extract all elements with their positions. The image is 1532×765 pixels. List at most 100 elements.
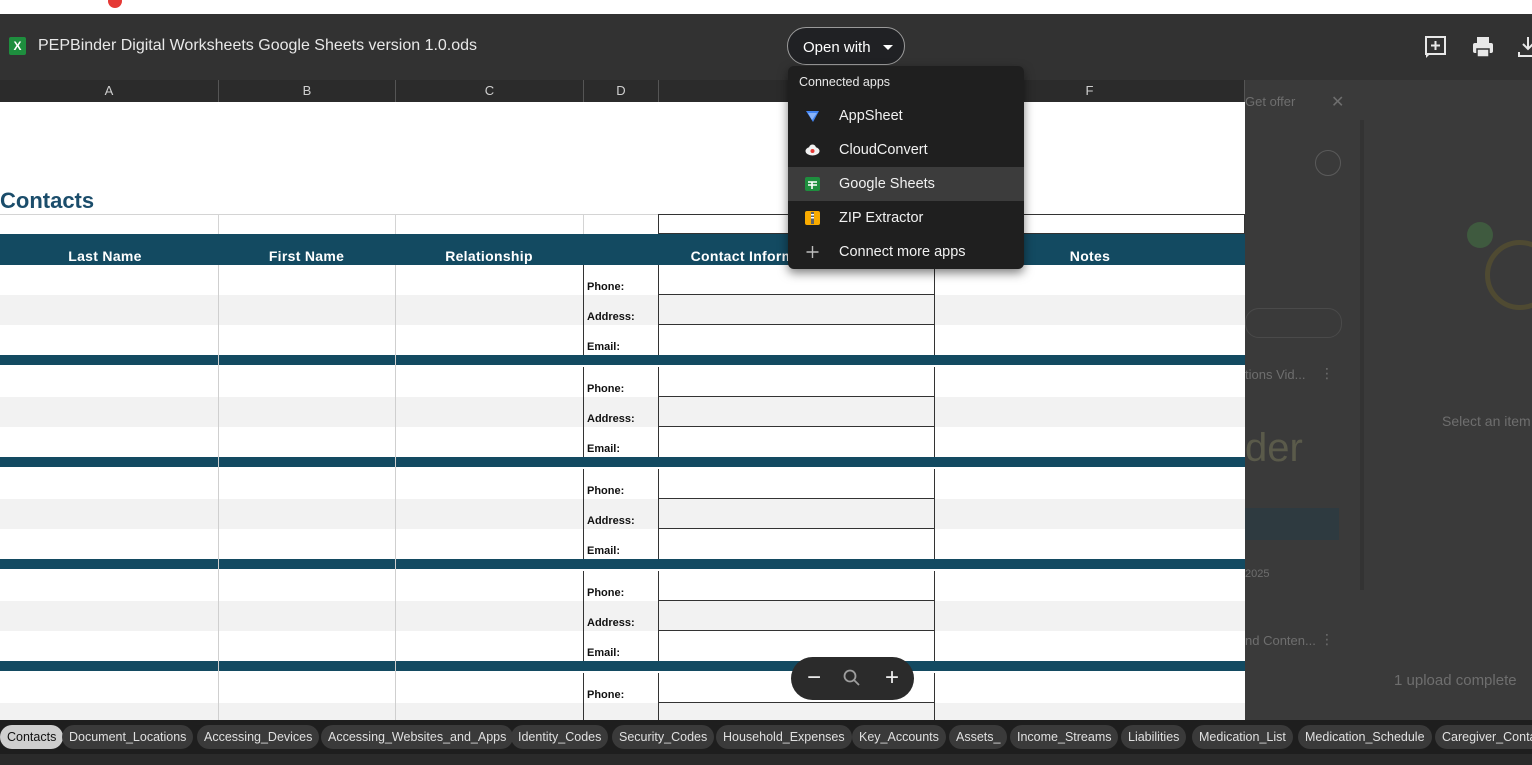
cell-border [658,630,935,631]
appsheet-icon [805,109,820,123]
sheet-tab[interactable]: Accessing_Devices [197,725,320,749]
zoom-in-button[interactable]: + [878,664,906,692]
address-label: Address: [587,617,635,629]
chevron-down-icon [883,45,893,50]
sheet-tab[interactable]: Liabilities [1121,725,1187,749]
print-icon[interactable] [1470,34,1496,60]
open-with-button[interactable]: Open with [787,27,905,65]
cell-border [934,265,935,355]
table-row [0,703,1245,720]
download-icon[interactable] [1515,34,1532,60]
cell-border [658,294,935,295]
open-with-label: Open with [803,39,871,56]
spreadsheet-preview: A B C D F Contacts Last Name First Name … [0,80,1245,720]
menu-item-label: CloudConvert [839,142,928,158]
cell-border [658,469,659,559]
phone-label: Phone: [587,689,625,701]
plus-icon [805,245,820,259]
row-separator [0,355,1245,365]
open-with-menu: Connected apps AppSheet CloudConvert Goo… [788,66,1024,269]
list-item: tions Vid... [1245,367,1306,382]
email-label: Email: [587,647,621,659]
cell-border [658,265,659,355]
menu-item-label: Google Sheets [839,176,935,192]
sheet-tab[interactable]: Caregiver_Conta [1435,725,1532,749]
sheet-tab-bar: Contacts Document_Locations Accessing_De… [0,720,1532,754]
table-row [0,325,1245,355]
cell-border [934,673,935,720]
cell-border [658,498,935,499]
sheet-tab[interactable]: Income_Streams [1010,725,1119,749]
list-item-date: 2025 [1245,568,1270,580]
sheet-tab[interactable]: Medication_Schedule [1298,725,1432,749]
cell-border [934,367,935,457]
background-page-strip [0,754,1532,765]
google-sheets-icon [805,177,820,191]
cell-border [658,528,935,529]
sheet-tab[interactable]: Security_Codes [612,725,715,749]
view-toggle [1245,308,1342,338]
header-first-name: First Name [268,248,345,264]
close-icon: ✕ [1331,94,1345,111]
cell-border [934,469,935,559]
zoom-out-button[interactable]: − [800,664,828,692]
column-header-row: A B C D F [0,80,1245,102]
phone-label: Phone: [587,485,625,497]
menu-item-connect-more-apps[interactable]: Connect more apps [788,235,1024,269]
illustration-ring [1485,240,1532,310]
menu-heading: Connected apps [799,75,891,89]
file-title: PEPBinder Digital Worksheets Google Shee… [38,37,478,54]
gridline [218,214,219,234]
menu-item-google-sheets[interactable]: Google Sheets [788,167,1024,201]
magnifier-icon[interactable] [838,664,866,692]
red-dot-icon [108,0,122,8]
menu-item-cloudconvert[interactable]: CloudConvert [788,133,1024,167]
cell-border [658,600,935,601]
sheet-tab[interactable]: Accessing_Websites_and_Apps [321,725,514,749]
table-row [0,529,1245,559]
scrollbar [1360,120,1364,590]
table-row [0,631,1245,661]
phone-label: Phone: [587,281,625,293]
sheet-tab[interactable]: Document_Locations [62,725,194,749]
row-separator [0,661,1245,671]
phone-label: Phone: [587,383,625,395]
sheet-title: Contacts [0,188,95,213]
upload-status: 1 upload complete [1394,672,1517,689]
sheet-tab[interactable]: Medication_List [1192,725,1293,749]
gridline [395,214,396,234]
column-header: B [219,80,396,102]
cell-border [658,396,935,397]
gridline [583,214,584,234]
header-last-name: Last Name [68,248,142,264]
background-page-strip [0,0,1532,14]
sheet-tab[interactable]: Identity_Codes [511,725,609,749]
cell-border [583,469,584,559]
email-label: Email: [587,443,621,455]
cell-border [658,367,659,457]
gridline [0,214,659,215]
cell-border [583,367,584,457]
thumbnail-banner [1245,508,1339,540]
cell-border [658,673,659,720]
cell-border [583,571,584,661]
add-comment-icon[interactable] [1423,34,1449,60]
menu-item-label: ZIP Extractor [839,210,924,226]
empty-state-text: Select an item [1442,413,1531,429]
email-label: Email: [587,545,621,557]
menu-item-zip-extractor[interactable]: ZIP Extractor [788,201,1024,235]
cloudconvert-icon [805,143,820,157]
row-separator [0,559,1245,569]
cell-border [658,571,659,661]
header-relationship: Relationship [445,248,533,264]
cell-border [658,324,935,325]
cell-border [658,426,935,427]
sheet-tab[interactable]: Assets_ [949,725,1008,749]
spreadsheet-file-icon: X [9,37,26,55]
zip-extractor-icon [805,211,820,225]
menu-item-appsheet[interactable]: AppSheet [788,99,1024,133]
email-label: Email: [587,341,621,353]
sheet-tab[interactable]: Key_Accounts [852,725,946,749]
sheet-tab[interactable]: Contacts [0,725,64,749]
sheet-tab[interactable]: Household_Expenses [716,725,852,749]
